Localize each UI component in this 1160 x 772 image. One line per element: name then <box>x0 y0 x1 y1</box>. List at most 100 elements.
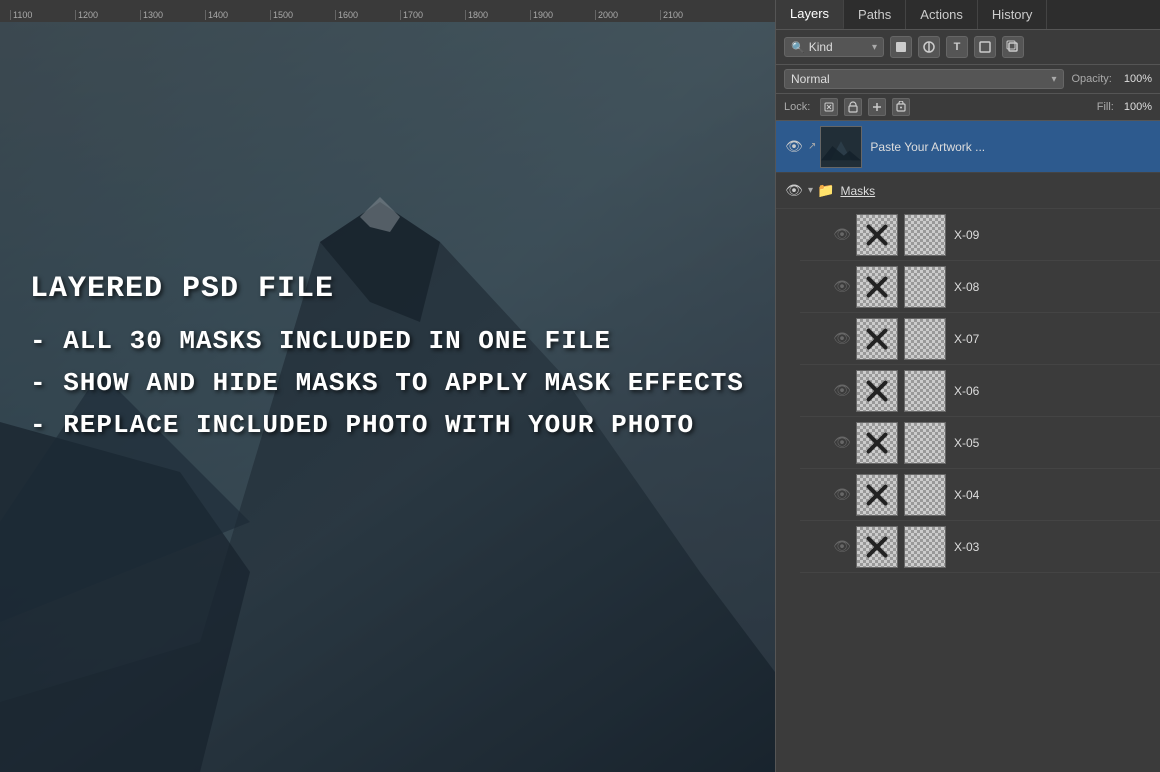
chevron-down-icon: ▾ <box>1051 74 1056 85</box>
filter-adjustment-btn[interactable] <box>918 36 940 58</box>
layer-mask-x06 <box>904 370 946 412</box>
layer-name-x07: X-07 <box>954 332 1152 346</box>
layer-name-x09: X-09 <box>954 228 1152 242</box>
opacity-label: Opacity: <box>1072 73 1112 85</box>
x-pattern-icon <box>857 527 897 567</box>
eye-icon: 👁 <box>833 382 851 399</box>
eye-visibility-x05[interactable]: 👁 <box>832 434 852 451</box>
layer-name-x06: X-06 <box>954 384 1152 398</box>
filter-shape-btn[interactable] <box>974 36 996 58</box>
layer-thumbnail-x07 <box>856 318 898 360</box>
eye-icon: 👁 <box>833 538 851 555</box>
x-pattern-icon <box>857 371 897 411</box>
feature-line-3: - REPLACE INCLUDED PHOTO WITH YOUR PHOTO <box>30 409 744 443</box>
layer-thumbnail-x03 <box>856 526 898 568</box>
lock-label: Lock: <box>784 101 810 113</box>
folder-icon: 📁 <box>817 182 834 199</box>
lock-row: Lock: Fill <box>776 94 1160 121</box>
eye-icon: 👁 <box>833 330 851 347</box>
ruler: 1100 1200 1300 1400 1500 1600 1700 1800 … <box>0 0 775 22</box>
layer-thumbnail-x09 <box>856 214 898 256</box>
ruler-mark: 1500 <box>270 10 335 20</box>
ruler-mark: 1800 <box>465 10 530 20</box>
ruler-mark: 1200 <box>75 10 140 20</box>
lock-position-btn[interactable] <box>868 98 886 116</box>
layer-mask-x09 <box>904 214 946 256</box>
layer-filter-toolbar: 🔍 Kind ▾ T <box>776 30 1160 65</box>
eye-icon: 👁 <box>833 226 851 243</box>
eye-visibility-x04[interactable]: 👁 <box>832 486 852 503</box>
layer-thumbnail-x06 <box>856 370 898 412</box>
opacity-value[interactable]: 100% <box>1124 73 1152 85</box>
layer-row-x09[interactable]: 👁 X-09 <box>800 209 1160 261</box>
eye-visibility-artwork[interactable]: 👁 <box>784 138 804 155</box>
tab-paths[interactable]: Paths <box>844 0 906 29</box>
filter-type-btn[interactable]: T <box>946 36 968 58</box>
ruler-mark: 1300 <box>140 10 205 20</box>
layer-row-masks-folder[interactable]: 👁 ▾ 📁 Masks <box>776 173 1160 209</box>
filter-pixel-btn[interactable] <box>890 36 912 58</box>
eye-visibility-x03[interactable]: 👁 <box>832 538 852 555</box>
ruler-mark: 1700 <box>400 10 465 20</box>
arrow-expand-icon[interactable]: ▾ <box>808 185 813 196</box>
feature-line-2: - SHOW AND HIDE MASKS TO APPLY MASK EFFE… <box>30 367 744 401</box>
x-pattern-icon <box>857 319 897 359</box>
x-pattern-icon <box>857 475 897 515</box>
layers-list: 👁 ↗ Paste Your Artwork ... 👁 ▾ 📁 Masks <box>776 121 1160 772</box>
eye-visibility-x07[interactable]: 👁 <box>832 330 852 347</box>
fill-label: Fill: <box>1097 101 1114 113</box>
layer-row-x03[interactable]: 👁 X-03 <box>800 521 1160 573</box>
eye-icon: 👁 <box>785 182 803 199</box>
filter-smart-btn[interactable] <box>1002 36 1024 58</box>
layer-row-x06[interactable]: 👁 X-06 <box>800 365 1160 417</box>
layer-mask-x05 <box>904 422 946 464</box>
kind-dropdown[interactable]: 🔍 Kind ▾ <box>784 37 884 57</box>
ruler-mark: 1100 <box>10 10 75 20</box>
lock-pixels-btn[interactable] <box>820 98 838 116</box>
layer-name-x04: X-04 <box>954 488 1152 502</box>
layer-thumbnail-artwork <box>820 126 862 168</box>
tab-layers[interactable]: Layers <box>776 0 844 29</box>
layer-name-x08: X-08 <box>954 280 1152 294</box>
lock-image-btn[interactable] <box>844 98 862 116</box>
eye-icon: 👁 <box>785 138 803 155</box>
link-icon: ↗ <box>808 141 816 152</box>
layer-row-x07[interactable]: 👁 X-07 <box>800 313 1160 365</box>
feature-line-1: - ALL 30 MASKS INCLUDED IN ONE FILE <box>30 325 744 359</box>
x-pattern-icon <box>857 423 897 463</box>
layer-row-x05[interactable]: 👁 X-05 <box>800 417 1160 469</box>
blend-mode-row: Normal ▾ Opacity: 100% <box>776 65 1160 94</box>
layer-name-x03: X-03 <box>954 540 1152 554</box>
layer-mask-x03 <box>904 526 946 568</box>
layer-row-x04[interactable]: 👁 X-04 <box>800 469 1160 521</box>
eye-visibility-x06[interactable]: 👁 <box>832 382 852 399</box>
layer-thumbnail-x04 <box>856 474 898 516</box>
eye-icon: 👁 <box>833 486 851 503</box>
eye-icon: 👁 <box>833 278 851 295</box>
kind-label: Kind <box>809 40 833 54</box>
fill-value[interactable]: 100% <box>1124 101 1152 113</box>
blend-mode-dropdown[interactable]: Normal ▾ <box>784 69 1064 89</box>
x-pattern-icon <box>857 215 897 255</box>
eye-visibility-x08[interactable]: 👁 <box>832 278 852 295</box>
tab-history[interactable]: History <box>978 0 1047 29</box>
ruler-marks: 1100 1200 1300 1400 1500 1600 1700 1800 … <box>0 10 725 20</box>
ruler-mark: 1600 <box>335 10 400 20</box>
ruler-mark: 2100 <box>660 10 725 20</box>
layer-name-masks-folder: Masks <box>840 184 1152 198</box>
layer-mask-x07 <box>904 318 946 360</box>
search-icon: 🔍 <box>791 41 805 54</box>
layer-mask-x08 <box>904 266 946 308</box>
panels-area: Layers Paths Actions History 🔍 Kind ▾ T … <box>775 0 1160 772</box>
layer-row-artwork[interactable]: 👁 ↗ Paste Your Artwork ... <box>776 121 1160 173</box>
layer-row-x08[interactable]: 👁 X-08 <box>800 261 1160 313</box>
eye-visibility-x09[interactable]: 👁 <box>832 226 852 243</box>
eye-visibility-masks[interactable]: 👁 <box>784 182 804 199</box>
ruler-mark: 1400 <box>205 10 270 20</box>
lock-artboard-btn[interactable] <box>892 98 910 116</box>
text-overlay: LAYERED PSD FILE - ALL 30 MASKS INCLUDED… <box>30 270 744 450</box>
layer-thumbnail-x08 <box>856 266 898 308</box>
eye-icon: 👁 <box>833 434 851 451</box>
layer-name-artwork: Paste Your Artwork ... <box>870 140 1152 154</box>
tab-actions[interactable]: Actions <box>906 0 978 29</box>
